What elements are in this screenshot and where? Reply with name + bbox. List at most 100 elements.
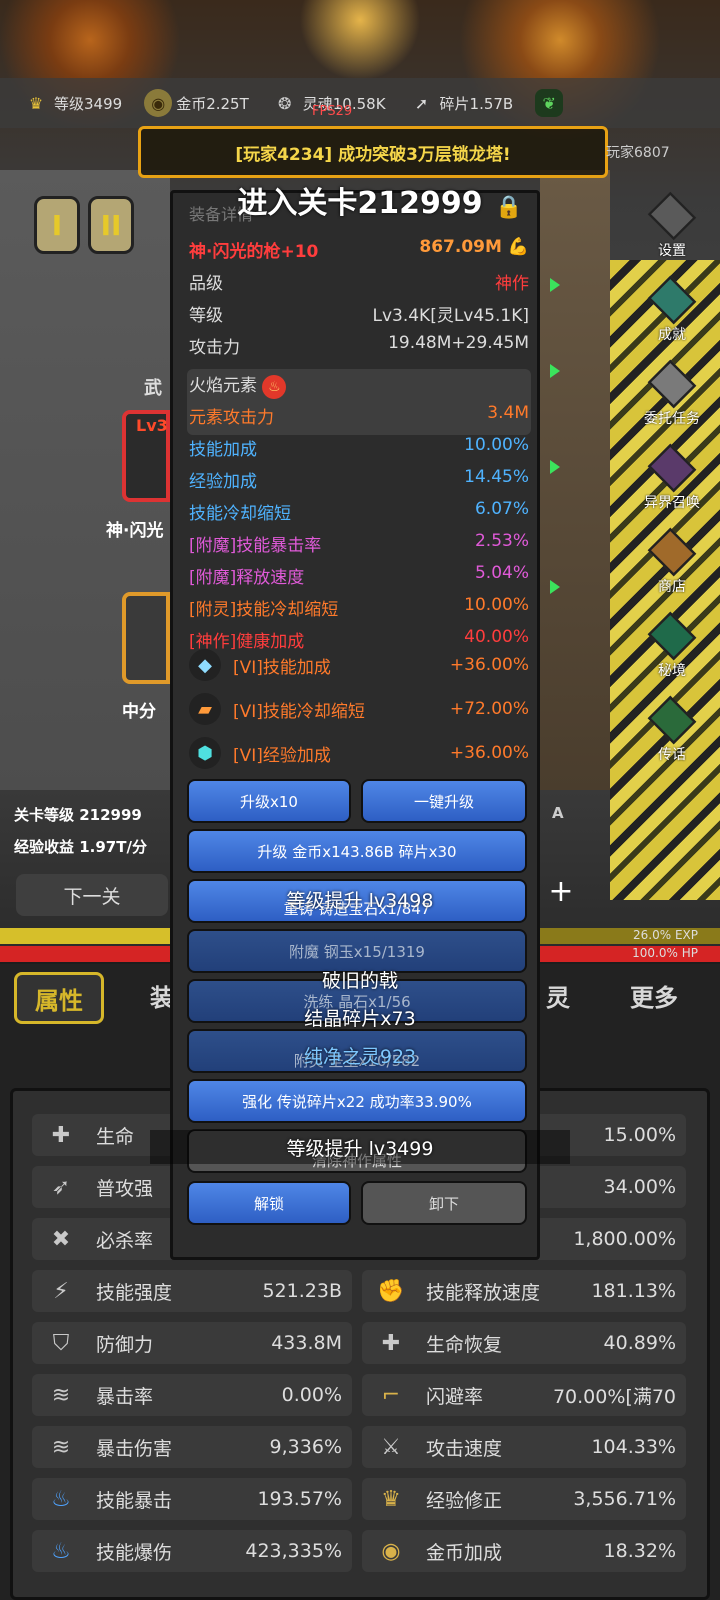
attribute-row: ♨ 技能暴击 193.57% — [32, 1478, 352, 1520]
right-letter: A — [552, 804, 564, 822]
menu-achievements[interactable]: 成就 — [632, 275, 712, 344]
fire-icon: ♨ — [262, 375, 287, 399]
attribute-row: ≋ 暴击率 0.00% — [32, 1374, 352, 1416]
resource-shard: ➚ 碎片1.57B — [408, 89, 513, 117]
menu-shop[interactable]: 商店 — [632, 527, 712, 596]
arrow-right-icon — [550, 580, 560, 594]
armor-slot[interactable] — [122, 592, 170, 684]
gold-coin-icon: ◉ — [381, 1538, 401, 1564]
arrow-right-icon — [550, 364, 560, 378]
fps-counter: FPS29 — [312, 104, 353, 119]
blue-flame-icon: ♨ — [51, 1486, 71, 1512]
boot-icon: ⌐ — [381, 1382, 401, 1408]
row-level: 等级 Lv3.4K[灵Lv45.1K] — [189, 306, 529, 326]
element-attack-row: 元素攻击力 3.4M — [189, 403, 529, 428]
crown-icon: ♛ — [381, 1486, 401, 1512]
resource-gold: ◉ 金币2.25T — [144, 89, 249, 117]
armor-slot-name: 中分 — [122, 702, 156, 722]
eye-icon — [647, 443, 697, 493]
attribute-row: ⛉ 防御力 433.8M — [32, 1322, 352, 1364]
attribute-row: ♨ 技能爆伤 423,335% — [32, 1530, 352, 1572]
amber-gem-icon: ▰ — [189, 693, 221, 725]
broadcast-banner: [玩家4234] 成功突破3万层锁龙塔! — [138, 126, 608, 178]
loot-toast-crystal: 结晶碎片x73 — [304, 1008, 416, 1030]
diamond-gem-icon: ◆ — [189, 649, 221, 681]
star-icon — [647, 275, 697, 325]
heal-icon: ✚ — [381, 1330, 401, 1356]
weapon-slot[interactable]: Lv3 — [122, 410, 170, 502]
upgrade-cost-button[interactable]: 升级 金币x143.86B 碎片x30 — [187, 829, 527, 873]
attribute-row: ♛ 经验修正 3,556.71% — [362, 1478, 686, 1520]
weapon-slot-name: 神·闪光 — [106, 521, 164, 541]
arrow-right-icon — [550, 278, 560, 292]
one-key-upgrade-button[interactable]: 一键升级 — [361, 779, 527, 823]
attribute-row: ✊ 技能释放速度 181.13% — [362, 1270, 686, 1312]
equipment-detail-panel: 装备详情 🔒 神·闪光的枪+10 867.09M 💪 品级 神作 等级 Lv3.4K… — [170, 190, 540, 1260]
attribute-row: ⚔ 攻击速度 104.33% — [362, 1426, 686, 1468]
weapon-slot-label: 武 — [144, 378, 162, 399]
megaphone-icon — [647, 695, 697, 745]
shield-icon: ⛉ — [52, 1330, 70, 1356]
equipment-stat-row: 技能冷却缩短 6.07% — [189, 499, 529, 524]
stage-enter-title: 进入关卡212999 — [237, 186, 483, 221]
gold-coin-icon: ◉ — [144, 89, 173, 117]
loot-toast-spirit: 纯净之灵923 — [303, 1046, 417, 1068]
claw-icon: ≋ — [51, 1382, 71, 1408]
equipment-stat-row: 经验加成 14.45% — [189, 467, 529, 492]
exp-income: 经验收益 1.97T/分 — [14, 838, 147, 856]
shard-icon: ➚ — [414, 93, 429, 113]
bag-icon — [647, 527, 697, 577]
equipment-stat-row: [附灵]技能冷却缩短 10.00% — [189, 595, 529, 620]
leaf-icon: ❦ — [535, 89, 564, 117]
level-up-toast-1: 等级提升 lv3498 — [286, 890, 434, 912]
sword-icon: ➶ — [51, 1174, 71, 1200]
swords-icon: ⚔ — [381, 1434, 401, 1460]
strengthen-button[interactable]: 强化 传说碎片x22 成功率33.90% — [187, 1079, 527, 1123]
gem-row: ◆ [VI]技能加成 +36.00% — [189, 649, 529, 681]
element-title-row: 火焰元素 ♨ — [189, 371, 529, 399]
scroll-icon — [647, 359, 697, 409]
level-up-toast-2: 等级提升 lv3499 — [286, 1138, 434, 1160]
enemy-scene — [540, 170, 610, 790]
attribute-row: ⚡ 技能强度 521.23B — [32, 1270, 352, 1312]
blue-flame-icon: ♨ — [51, 1538, 71, 1564]
row-grade: 品级 神作 — [189, 274, 529, 294]
aqua-gem-icon: ⬢ — [189, 737, 221, 769]
exp-bar-fill — [0, 928, 188, 944]
resource-bar: ♛ 等级3499 ◉ 金币2.25T ❂ 灵魂10.58K ➚ 碎片1.57B ❦ — [0, 78, 720, 128]
unlock-button[interactable]: 解锁 — [187, 1181, 351, 1225]
menu-message[interactable]: 传话 — [632, 695, 712, 764]
attribute-row: ⌐ 闪避率 70.00%[满70 — [362, 1374, 686, 1416]
crown-icon: ♛ — [28, 93, 44, 113]
fist-icon: ✊ — [377, 1278, 405, 1304]
attribute-row: ≋ 暴击伤害 9,336% — [32, 1426, 352, 1468]
leaf-button[interactable]: ❦ — [535, 89, 567, 117]
portal-icon — [647, 611, 697, 661]
unequip-button[interactable]: 卸下 — [361, 1181, 527, 1225]
broadcast-right-name: 玩家6807 — [606, 145, 670, 161]
equipment-stat-row: [附魔]技能暴击率 2.53% — [189, 531, 529, 556]
arrow-right-icon — [550, 460, 560, 474]
gem-row: ⬢ [VI]经验加成 +36.00% — [189, 737, 529, 769]
crit-icon: ✖ — [51, 1226, 71, 1252]
soul-icon: ❂ — [278, 93, 292, 113]
menu-secret-realm[interactable]: 秘境 — [632, 611, 712, 680]
gem-row: ▰ [VI]技能冷却缩短 +72.00% — [189, 693, 529, 725]
menu-summon[interactable]: 异界召唤 — [632, 443, 712, 512]
attribute-row: ◉ 金币加成 18.32% — [362, 1530, 686, 1572]
weapon-name: 神·闪光的枪+10 — [189, 242, 319, 262]
weapon-header: 神·闪光的枪+10 867.09M 💪 — [189, 237, 529, 262]
equipment-stat-row: 技能加成 10.00% — [189, 435, 529, 460]
weapon-power: 867.09M 💪 — [419, 237, 529, 257]
upgrade-x10-button[interactable]: 升级x10 — [187, 779, 351, 823]
row-attack: 攻击力 19.48M+29.45M — [189, 333, 529, 358]
resource-level: ♛ 等级3499 — [22, 89, 122, 117]
claw-icon: ≋ — [51, 1434, 71, 1460]
equipment-stat-row: [附魔]释放速度 5.04% — [189, 563, 529, 588]
lightning-icon: ⚡ — [53, 1278, 69, 1304]
attribute-row: ✚ 生命恢复 40.89% — [362, 1322, 686, 1364]
loot-toast-halberd: 破旧的戟 — [321, 970, 398, 992]
stage-level: 关卡等级 212999 — [14, 806, 142, 824]
menu-quests[interactable]: 委托任务 — [632, 359, 712, 428]
muscle-icon: 💪 — [507, 237, 529, 257]
